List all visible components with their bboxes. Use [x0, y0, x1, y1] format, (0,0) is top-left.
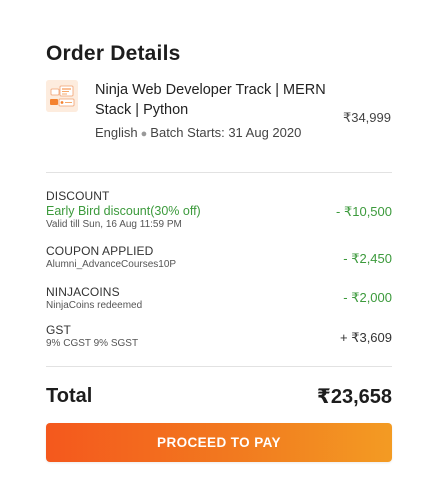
divider — [46, 172, 392, 173]
ninjacoins-row: NINJACOINS NinjaCoins redeemed - ₹2,000 — [46, 285, 392, 311]
course-thumbnail-icon — [46, 80, 78, 112]
separator-dot-icon: ● — [140, 128, 148, 140]
ninjacoins-amount: - ₹2,000 — [343, 290, 392, 305]
discount-amount: - ₹10,500 — [336, 204, 392, 219]
order-details-card: Order Details Ninja Web Developer Track … — [0, 0, 446, 503]
discount-label: DISCOUNT — [46, 189, 110, 203]
course-language: English — [95, 125, 138, 140]
ninjacoins-note: NinjaCoins redeemed — [46, 300, 143, 311]
ninjacoins-label: NINJACOINS — [46, 285, 120, 299]
course-price: ₹34,999 — [342, 110, 391, 125]
total-label: Total — [46, 385, 93, 407]
course-batch-date: Batch Starts: 31 Aug 2020 — [150, 125, 302, 140]
gst-amount: + ₹3,609 — [339, 330, 392, 345]
proceed-to-pay-button[interactable]: PROCEED TO PAY — [46, 423, 392, 462]
discount-validity: Valid till Sun, 16 Aug 11:59 PM — [46, 219, 182, 230]
discount-row: DISCOUNT Early Bird discount(30% off) Va… — [46, 189, 392, 230]
divider — [46, 366, 392, 367]
coupon-row: COUPON APPLIED Alumni_AdvanceCourses10P … — [46, 244, 392, 270]
coupon-code: Alumni_AdvanceCourses10P — [46, 259, 177, 270]
coupon-label: COUPON APPLIED — [46, 244, 154, 258]
total-amount: ₹23,658 — [316, 386, 392, 408]
page-title: Order Details — [46, 42, 181, 65]
course-name: Ninja Web Developer Track | MERN Stack |… — [95, 82, 326, 118]
gst-row: GST 9% CGST 9% SGST + ₹3,609 — [46, 323, 392, 349]
coupon-amount: - ₹2,450 — [343, 251, 392, 266]
course-meta: English ● Batch Starts: 31 Aug 2020 — [95, 124, 305, 143]
